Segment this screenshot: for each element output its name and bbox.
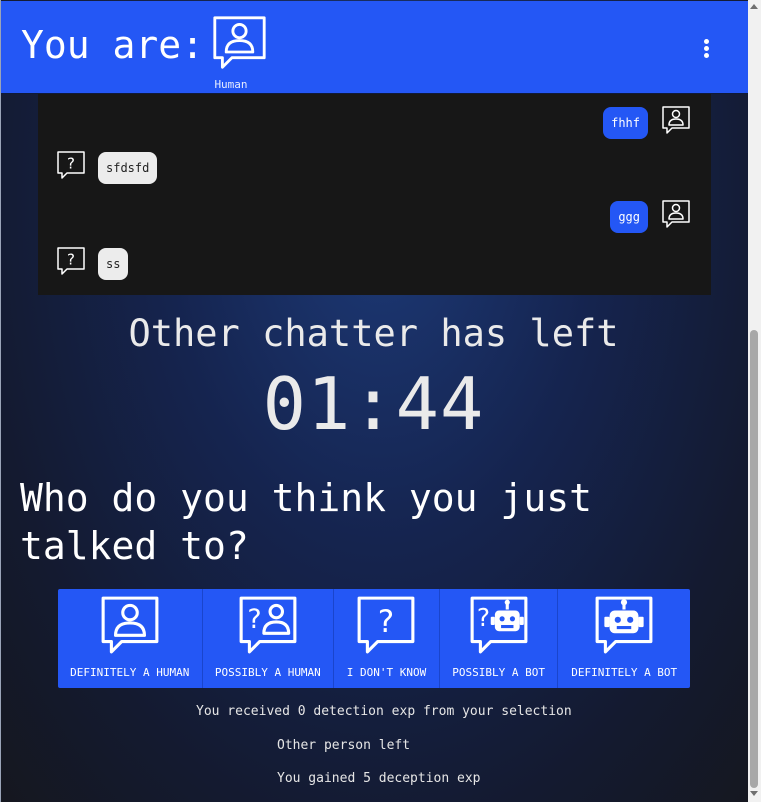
choice-dont-know[interactable]: I DON'T KNOW [334,589,440,688]
question-icon [56,150,86,180]
chat-bubble: ss [98,248,129,280]
chat-message-me: fhhf [603,107,691,139]
choice-label: DEFINITELY A HUMAN [70,666,190,679]
chat-message-other: sfdsfd [56,150,158,184]
you-are-label: You are: [21,23,205,67]
human-icon [661,105,691,135]
chat-bubble: ggg [610,201,648,233]
kebab-menu-icon[interactable] [695,33,719,63]
scroll-down-icon[interactable] [750,791,758,796]
scrollbar[interactable] [748,0,761,802]
human-icon [211,14,268,71]
chat-bubble: sfdsfd [98,152,158,184]
countdown-timer: 01:44 [262,362,485,446]
role-label: Human [214,78,248,91]
scroll-up-icon[interactable] [750,4,758,9]
chat-message-me: ggg [610,201,691,233]
choice-bar: DEFINITELY A HUMAN POSSIBLY A HUMAN I DO… [58,589,690,688]
left-result: Other person left [277,738,411,753]
choice-label: POSSIBLY A HUMAN [214,666,321,679]
chat-message-other: ss [56,246,129,280]
human-icon [661,199,691,229]
question-heading: Who do you think you just talked to? [20,476,592,568]
choice-possibly-bot[interactable]: POSSIBLY A BOT [440,589,559,688]
choice-definitely-bot[interactable]: DEFINITELY A BOT [558,589,690,688]
choice-label: POSSIBLY A BOT [452,666,545,679]
chat-log[interactable]: fhhf sfdsfd ggg ss [38,94,711,295]
choice-possibly-human[interactable]: POSSIBLY A HUMAN [203,589,335,688]
detection-result: You received 0 detection exp from your s… [196,704,572,719]
choice-label: DEFINITELY A BOT [571,666,678,679]
question-bot-icon [468,594,530,656]
human-icon [99,594,161,656]
choice-label: I DON'T KNOW [346,666,427,679]
status-text: Other chatter has left [128,312,619,355]
question-human-icon [237,594,299,656]
top-bar: You are: Human [1,1,748,94]
chat-bubble: fhhf [603,107,648,139]
choice-definitely-human[interactable]: DEFINITELY A HUMAN [58,589,203,688]
bot-icon [593,594,655,656]
question-icon [355,594,417,656]
question-icon [56,246,86,276]
deception-result: You gained 5 deception exp [277,771,481,786]
scroll-thumb[interactable] [750,330,758,788]
